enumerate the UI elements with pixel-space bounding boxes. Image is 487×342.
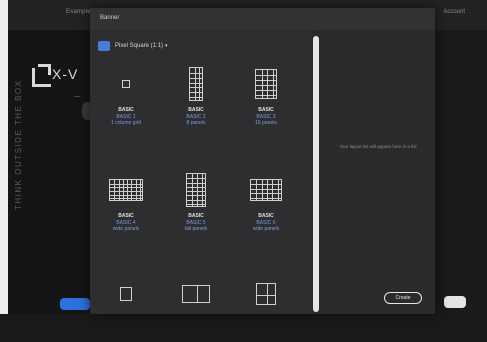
layout-option-title: BASIC (188, 107, 204, 113)
layout-grid-icon (120, 287, 132, 301)
layout-option-desc: wide panels (112, 226, 140, 232)
layout-option-desc: 8 panels (186, 120, 206, 126)
image-format-icon (98, 41, 110, 51)
layout-thumbnail (98, 268, 154, 316)
layout-option-title: BASIC (258, 213, 274, 219)
brand-logo: X-V — (30, 62, 90, 112)
empty-state-message: Your layout list will appear here in a l… (339, 144, 417, 149)
logo-bracket-corner-icon (38, 64, 51, 75)
layout-grid-icon (250, 179, 282, 201)
background-light-button[interactable] (444, 296, 466, 308)
options-scrollbar[interactable] (312, 30, 320, 314)
logo-text: X-V (52, 66, 79, 82)
layout-thumbnail (238, 268, 294, 316)
layout-option-card[interactable]: BASIC BASIC 3 16 panels (238, 58, 294, 132)
layout-option-desc: 1 column grid (110, 120, 141, 126)
layout-option-card[interactable]: BASIC BASIC 5 tall panels (168, 164, 224, 238)
logo-subtext: — (74, 94, 80, 100)
layout-option-desc: tall panels (184, 226, 208, 232)
scrollbar-thumb[interactable] (313, 36, 319, 312)
background-blue-button[interactable] (60, 298, 90, 310)
layout-option-card[interactable]: BASIC BASIC 4 wide panels (98, 164, 154, 238)
layout-thumbnail (168, 58, 224, 106)
layout-thumbnail (238, 164, 294, 212)
layout-option-card[interactable]: BASIC BASIC 6 wide panels (238, 164, 294, 238)
layout-preview-panel: Your layout list will appear here in a l… (320, 30, 435, 314)
layout-option-card[interactable] (98, 268, 154, 342)
layout-thumbnail (168, 268, 224, 316)
layout-grid-icon (255, 69, 277, 99)
layout-thumbnail (238, 58, 294, 106)
layout-grid-icon (186, 173, 206, 207)
layout-option-title: BASIC (118, 213, 134, 219)
layout-thumbnail (168, 164, 224, 212)
layout-thumbnail (98, 164, 154, 212)
topbar-left-label[interactable]: Example (66, 9, 91, 15)
layout-picker-dialog: Banner Pixel Square (1:1) ▾ BASIC BASIC 1… (90, 8, 435, 314)
layout-option-card[interactable]: BASIC BASIC 11 column grid (98, 58, 154, 132)
dialog-header: Banner (90, 8, 435, 31)
create-button[interactable]: Create (384, 292, 422, 304)
layout-option-title: BASIC (258, 107, 274, 113)
format-selector-label: Pixel Square (1:1) (115, 43, 164, 49)
layout-option-card[interactable] (168, 268, 224, 342)
layout-grid-icon (122, 80, 130, 88)
topbar-right-label[interactable]: Account (443, 9, 465, 15)
layout-option-title: BASIC (188, 213, 204, 219)
background-right-panel (436, 30, 487, 314)
layout-grid-icon (256, 283, 276, 305)
layout-option-card[interactable] (238, 268, 294, 342)
format-selector[interactable]: Pixel Square (1:1) ▾ (98, 40, 168, 52)
left-edge-strip (0, 0, 8, 314)
layout-option-desc: 16 panels (255, 120, 277, 126)
layout-grid-icon (182, 285, 210, 303)
dialog-title: Banner (100, 15, 120, 21)
layout-grid-icon (109, 179, 143, 201)
chevron-down-icon: ▾ (165, 43, 168, 49)
layout-grid-icon (189, 67, 203, 101)
tagline-text: THINK OUTSIDE THE BOX (14, 79, 23, 210)
layout-options-panel: Pixel Square (1:1) ▾ BASIC BASIC 11 colum… (90, 30, 312, 314)
vertical-tagline: THINK OUTSIDE THE BOX (14, 60, 28, 220)
layout-option-title: BASIC (118, 107, 134, 113)
layout-option-desc: wide panels (252, 226, 280, 232)
layout-option-card[interactable]: BASIC BASIC 28 panels (168, 58, 224, 132)
layout-thumbnail (98, 58, 154, 106)
